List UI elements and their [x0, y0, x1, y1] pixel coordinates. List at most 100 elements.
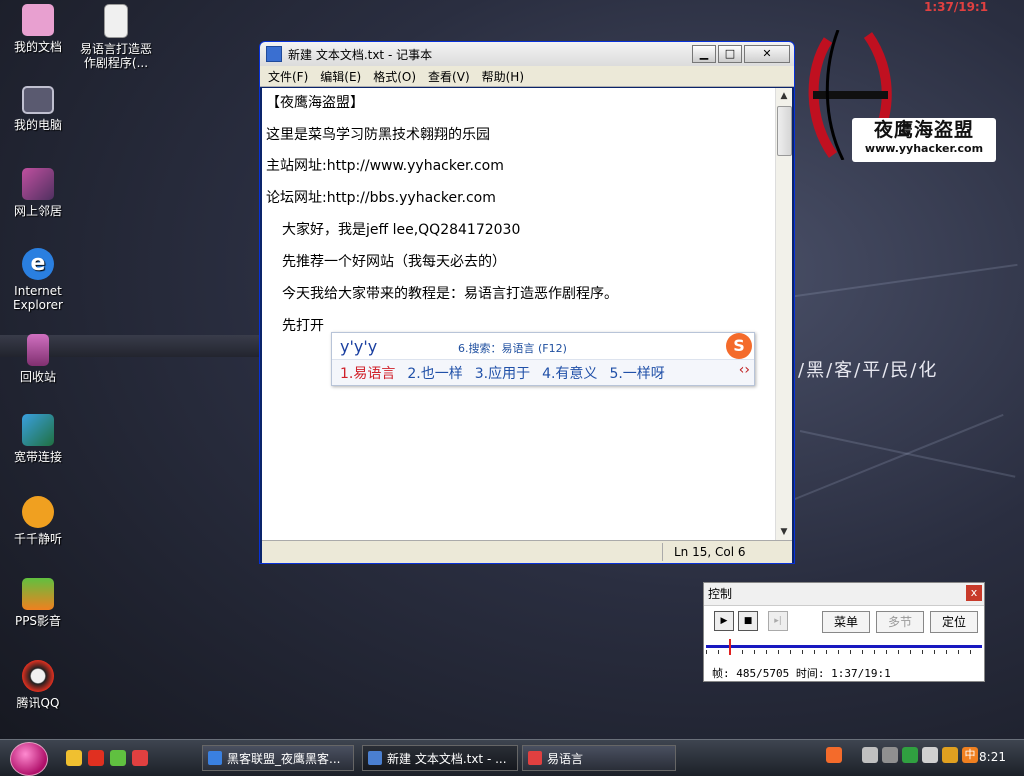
eyuyan-icon [528, 751, 542, 765]
desktop-icon-label: 网上邻居 [13, 204, 62, 218]
progress-track[interactable] [706, 645, 982, 648]
ime-indicator[interactable]: 中 [962, 747, 978, 763]
multi-section-button[interactable]: 多节 [876, 611, 924, 633]
ime-candidate[interactable]: 3.应用于 [475, 363, 530, 383]
desktop-icon-pps[interactable]: PPS影音 [0, 578, 76, 628]
taskbar-item-browser[interactable]: 黑客联盟_夜鹰黑客... [202, 745, 354, 771]
progress-ticks [706, 650, 982, 654]
ime-candidate[interactable]: 1.易语言 [340, 363, 395, 383]
overlay-clock: 1:37/19:1 [924, 0, 989, 14]
desktop-icon-recycle-bin[interactable]: 回收站 [0, 334, 76, 384]
scroll-up-arrow-icon[interactable]: ▲ [776, 88, 792, 104]
wallpaper-streak [789, 413, 1004, 502]
desktop-icon-label: PPS影音 [14, 614, 62, 628]
status-bar: Ln 15, Col 6 [262, 540, 792, 563]
menu-format[interactable]: 格式(O) [373, 68, 416, 85]
desktop-icon-my-computer[interactable]: 我的电脑 [0, 86, 76, 132]
control-titlebar[interactable]: 控制 x [704, 583, 984, 606]
my-computer-icon [22, 86, 54, 114]
editor-line: 今天我给大家带来的教程是：易语言打造恶作剧程序。 [282, 286, 618, 302]
taskbar-item-eyuyan[interactable]: 易语言 [522, 745, 676, 771]
frame-value: 485/5705 [736, 667, 790, 680]
locate-button[interactable]: 定位 [930, 611, 978, 633]
notepad-icon [266, 46, 282, 62]
desktop-icon-qq[interactable]: 腾讯QQ [0, 660, 76, 710]
desktop-icon-ttplayer[interactable]: 千千静听 [0, 496, 76, 546]
play-icon[interactable]: ▶ [714, 611, 734, 631]
qq-tray-icon[interactable] [942, 747, 958, 763]
wallpaper-brand-name: 夜鹰海盗盟 [873, 119, 974, 141]
internet-explorer-icon: e [22, 248, 54, 280]
sogou-tray-icon[interactable] [826, 747, 842, 763]
network-tray-icon[interactable] [862, 747, 878, 763]
ime-search-hint[interactable]: 6.搜索：易语言 (F12) [458, 340, 567, 356]
desktop-icon-label: Internet Explorer [13, 284, 63, 312]
ime-candidate[interactable]: 4.有意义 [542, 363, 597, 383]
wallpaper-brand-url: www.yyhacker.com [864, 142, 984, 155]
vertical-scrollbar[interactable]: ▲ ▼ [775, 88, 792, 540]
security-shield-icon[interactable] [902, 747, 918, 763]
system-tray: 中 [826, 747, 982, 763]
progress-marker[interactable] [729, 639, 732, 655]
notepad-window: 新建 文本文档.txt - 记事本 ▁ □ ✕ 文件(F) 编辑(E) 格式(O… [259, 41, 795, 564]
notepad-titlebar[interactable]: 新建 文本文档.txt - 记事本 ▁ □ ✕ [260, 42, 794, 66]
sound-tray-icon[interactable] [922, 747, 938, 763]
recycle-bin-icon [27, 334, 49, 366]
menu-button[interactable]: 菜单 [822, 611, 870, 633]
scroll-down-arrow-icon[interactable]: ▼ [776, 524, 792, 540]
desktop-icon-text-document[interactable]: 易语言打造恶作剧程序(... [78, 4, 154, 70]
menu-help[interactable]: 帮助(H) [482, 68, 524, 85]
desktop-icon-internet-explorer[interactable]: e Internet Explorer [0, 248, 76, 312]
tencent-qq-icon [22, 660, 54, 692]
my-documents-icon [22, 4, 54, 36]
network-places-icon [22, 168, 54, 200]
frame-label: 帧: [712, 667, 730, 680]
taskbar-item-notepad[interactable]: 新建 文本文档.txt - ... [362, 745, 518, 771]
status-separator [662, 543, 663, 561]
start-button[interactable] [10, 742, 48, 776]
close-button[interactable]: ✕ [744, 45, 790, 63]
ime-composition: y'y'y [340, 337, 378, 356]
ie-page-icon [208, 751, 222, 765]
taskbar: 黑客联盟_夜鹰黑客... 新建 文本文档.txt - ... 易语言 中 8:2… [0, 739, 1024, 776]
show-desktop-icon[interactable] [66, 750, 82, 766]
desktop-icon-label: 腾讯QQ [16, 696, 60, 710]
menu-file[interactable]: 文件(F) [268, 68, 308, 85]
task-label: 易语言 [547, 752, 584, 766]
time-label: 时间: [795, 667, 825, 680]
ime-page-arrows-icon[interactable]: ‹› [739, 362, 750, 378]
pps-player-icon [22, 578, 54, 610]
desktop-icon-label: 千千静听 [13, 532, 62, 546]
menubar: 文件(F) 编辑(E) 格式(O) 查看(V) 帮助(H) [260, 66, 794, 87]
ime-candidate[interactable]: 2.也一样 [407, 363, 462, 383]
minimize-button[interactable]: ▁ [692, 45, 716, 63]
scroll-thumb[interactable] [777, 106, 792, 156]
volume-tray-icon[interactable] [882, 747, 898, 763]
task-label: 黑客联盟_夜鹰黑客... [227, 752, 341, 766]
text-editor[interactable]: 【夜鹰海盗盟】 这里是菜鸟学习防黑技术翱翔的乐园 主站网址:http://www… [262, 88, 776, 540]
desktop-icon-my-documents[interactable]: 我的文档 [0, 4, 76, 54]
playback-info: 帧: 485/5705 时间: 1:37/19:1 [712, 665, 891, 681]
menu-edit[interactable]: 编辑(E) [320, 68, 361, 85]
time-value: 1:37/19:1 [831, 667, 891, 680]
editor-line: 论坛网址:http://bbs.yyhacker.com [266, 190, 496, 206]
ime-candidate-list: 1.易语言 2.也一样 3.应用于 4.有意义 5.一样呀 ‹› [332, 359, 754, 385]
stop-icon[interactable]: ■ [738, 611, 758, 631]
ime-candidate[interactable]: 5.一样呀 [609, 363, 664, 383]
desktop-icon-broadband[interactable]: 宽带连接 [0, 414, 76, 464]
control-close-button[interactable]: x [966, 585, 982, 601]
desktop-icon-label: 我的电脑 [13, 118, 62, 132]
desktop-icon-network-places[interactable]: 网上邻居 [0, 168, 76, 218]
cursor-position: Ln 15, Col 6 [674, 545, 746, 559]
qq-launch-icon[interactable] [88, 750, 104, 766]
wallpaper-slogan: /黑/客/平/民/化 [798, 360, 939, 381]
sogou-logo-icon: S [726, 333, 752, 359]
maximize-button[interactable]: □ [718, 45, 742, 63]
taskbar-clock[interactable]: 8:21 [979, 750, 1006, 764]
menu-view[interactable]: 查看(V) [428, 68, 470, 85]
task-label: 新建 文本文档.txt - ... [387, 752, 507, 766]
media-launch-icon[interactable] [110, 750, 126, 766]
step-icon[interactable]: ▸| [768, 611, 788, 631]
playback-control-panel: 控制 x ▶ ■ ▸| 菜单 多节 定位 帧: 485/5705 时间: 1:3… [703, 582, 985, 682]
eyuyan-launch-icon[interactable] [132, 750, 148, 766]
